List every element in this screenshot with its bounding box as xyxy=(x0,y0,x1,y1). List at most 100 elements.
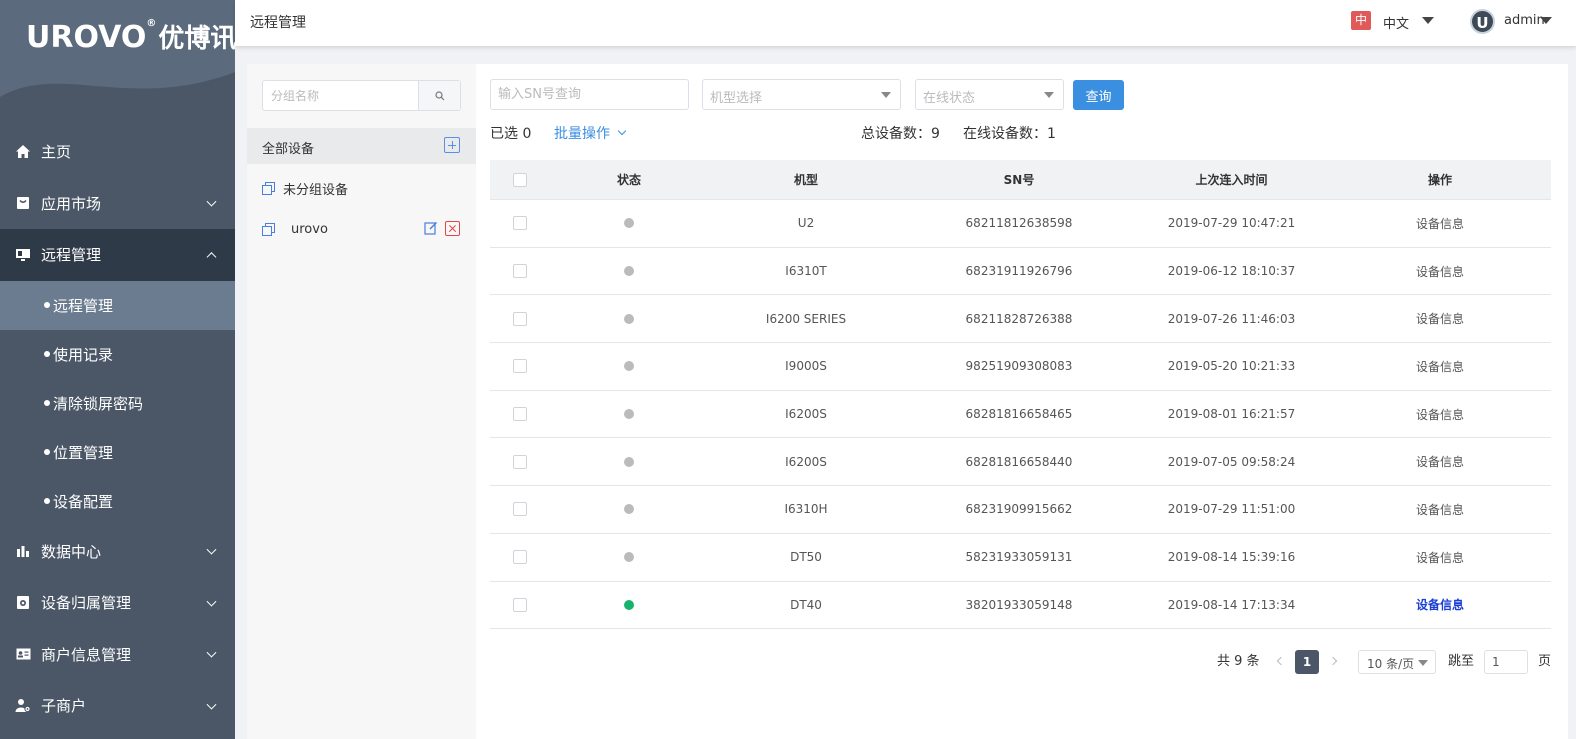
dropdown-arrow-icon xyxy=(1418,660,1428,666)
row-checkbox[interactable] xyxy=(513,550,527,565)
row-checkbox[interactable] xyxy=(513,311,527,326)
table-row: I9000S 98251909308083 2019-05-20 10:21:33 设… xyxy=(490,343,1551,391)
user-menu-caret-icon[interactable] xyxy=(1540,17,1552,24)
total-devices: 总设备数：9 xyxy=(861,126,940,142)
group-all-devices[interactable]: 全部设备 xyxy=(247,128,476,164)
language-caret-icon[interactable] xyxy=(1422,17,1434,24)
pagination-total: 共 9 条 xyxy=(1217,654,1260,669)
query-button[interactable]: 查询 xyxy=(1073,80,1124,110)
delete-icon[interactable] xyxy=(445,221,460,236)
next-page-icon[interactable] xyxy=(1328,656,1338,666)
sidebar-item-device-ownership[interactable]: 设备归属管理 xyxy=(0,577,235,629)
sidebar-subitem-location[interactable]: 位置管理 xyxy=(0,428,235,477)
table-row: DT50 58231933059131 2019-08-14 15:39:16 设备信… xyxy=(490,534,1551,582)
user-name[interactable]: admin xyxy=(1504,13,1545,28)
row-checkbox[interactable] xyxy=(513,454,527,469)
id-card-icon xyxy=(14,645,32,663)
sn-cell: 98251909308083 xyxy=(965,359,1073,374)
status-dot-icon xyxy=(624,456,634,467)
row-select-cell xyxy=(490,311,550,326)
device-info-link[interactable]: 设备信息 xyxy=(1329,406,1551,423)
page-size-select[interactable]: 10 条/页 xyxy=(1358,650,1436,674)
model-cell: I9000S xyxy=(785,359,827,374)
batch-operation-label: 批量操作 xyxy=(554,126,610,142)
table-row: I6200 SERIES 68211828726388 2019-07-26 11:… xyxy=(490,295,1551,344)
sidebar-subitem-device-config[interactable]: 设备配置 xyxy=(0,477,235,526)
device-info-link[interactable]: 设备信息 xyxy=(1329,215,1551,232)
search-icon xyxy=(434,90,444,100)
sidebar-subitem-label: 设备配置 xyxy=(53,492,114,511)
pagination-current-page[interactable]: 1 xyxy=(1295,650,1319,674)
chart-icon xyxy=(14,542,32,560)
dropdown-arrow-icon xyxy=(881,92,891,98)
language-badge[interactable]: 中 xyxy=(1351,11,1371,30)
sidebar-subitem-remote-manage[interactable]: 远程管理 xyxy=(0,280,235,330)
row-checkbox[interactable] xyxy=(513,597,527,612)
status-dot-icon xyxy=(624,218,634,229)
status-dot-icon xyxy=(624,361,634,372)
sidebar-item-data-center[interactable]: 数据中心 xyxy=(0,526,235,578)
sidebar-item-label: 数据中心 xyxy=(41,542,102,561)
select-all-checkbox[interactable] xyxy=(513,172,527,187)
table-row: U2 68211812638598 2019-07-29 10:47:21 设备信息 xyxy=(490,200,1551,248)
device-info-link[interactable]: 设备信息 xyxy=(1329,310,1551,327)
batch-operation-dropdown[interactable]: 批量操作 xyxy=(554,123,627,143)
status-select[interactable]: 在线状态 xyxy=(915,79,1064,110)
device-info-link[interactable]: 设备信息 xyxy=(1329,453,1551,470)
chevron-down-icon xyxy=(206,647,217,658)
group-ungrouped[interactable]: 未分组设备 xyxy=(262,178,348,198)
sidebar-subitem-usage-log[interactable]: 使用记录 xyxy=(0,330,235,379)
sidebar-item-merchant-info[interactable]: 商户信息管理 xyxy=(0,629,235,681)
brand-logo: UROVO®优博讯 xyxy=(26,18,235,55)
sidebar-subitem-clear-lock[interactable]: 清除锁屏密码 xyxy=(0,379,235,428)
row-select-cell xyxy=(490,597,550,612)
add-group-icon[interactable] xyxy=(444,137,460,153)
row-checkbox[interactable] xyxy=(513,502,527,517)
sidebar: UROVO®优博讯 主页 应用市场 远程管理 远程管理 使用记录 清除锁屏密码 … xyxy=(0,0,235,739)
language-selector[interactable]: 中文 xyxy=(1383,13,1409,32)
main-content: 全部设备 未分组设备 urovo 机型选择 在线状态 查询 已选 0 批量操作 … xyxy=(247,64,1568,739)
row-checkbox[interactable] xyxy=(513,407,527,422)
status-dot-icon xyxy=(624,552,634,563)
last-connect-cell: 2019-08-01 16:21:57 xyxy=(1167,407,1296,422)
status-cell xyxy=(550,456,708,467)
model-select[interactable]: 机型选择 xyxy=(702,79,901,110)
model-cell: U2 xyxy=(797,216,815,231)
group-urovo[interactable]: urovo xyxy=(262,219,328,239)
row-checkbox[interactable] xyxy=(513,216,527,231)
page-suffix: 页 xyxy=(1538,654,1552,669)
brand-logo-cn: 优博讯 xyxy=(158,24,235,54)
prev-page-icon[interactable] xyxy=(1276,656,1286,666)
model-cell: DT40 xyxy=(790,597,822,612)
group-search-input[interactable] xyxy=(263,81,419,110)
sidebar-item-remote[interactable]: 远程管理 xyxy=(0,229,235,281)
sn-cell: 68231911926796 xyxy=(965,264,1073,279)
device-info-link[interactable]: 设备信息 xyxy=(1329,596,1551,613)
model-cell: DT50 xyxy=(790,550,822,565)
sn-search-input[interactable] xyxy=(490,79,689,110)
chevron-up-icon xyxy=(206,251,217,262)
device-info-link[interactable]: 设备信息 xyxy=(1329,263,1551,280)
device-info-link[interactable]: 设备信息 xyxy=(1329,358,1551,375)
bullet-icon xyxy=(44,449,50,455)
app-store-icon xyxy=(14,194,32,212)
chevron-down-icon xyxy=(617,126,627,136)
group-search-button[interactable] xyxy=(418,81,460,110)
logo-area: UROVO®优博讯 xyxy=(0,0,235,112)
table-row: I6200S 68281816658465 2019-08-01 16:21:57 设… xyxy=(490,391,1551,439)
model-cell: I6200S xyxy=(785,407,827,422)
edit-icon[interactable] xyxy=(424,221,438,235)
column-header: SN号 xyxy=(1003,173,1035,187)
device-info-link[interactable]: 设备信息 xyxy=(1329,501,1551,518)
online-devices: 在线设备数：1 xyxy=(963,126,1056,142)
sidebar-item-home[interactable]: 主页 xyxy=(0,126,235,178)
last-connect-cell: 2019-06-12 18:10:37 xyxy=(1167,264,1296,279)
sidebar-item-sub-merchant[interactable]: 子商户 xyxy=(0,680,235,732)
row-checkbox[interactable] xyxy=(513,359,527,374)
device-info-link[interactable]: 设备信息 xyxy=(1329,549,1551,566)
sidebar-item-app-market[interactable]: 应用市场 xyxy=(0,178,235,230)
status-cell xyxy=(550,266,708,277)
row-checkbox[interactable] xyxy=(513,264,527,279)
goto-page-input[interactable] xyxy=(1484,650,1528,674)
avatar[interactable]: U xyxy=(1470,9,1495,34)
